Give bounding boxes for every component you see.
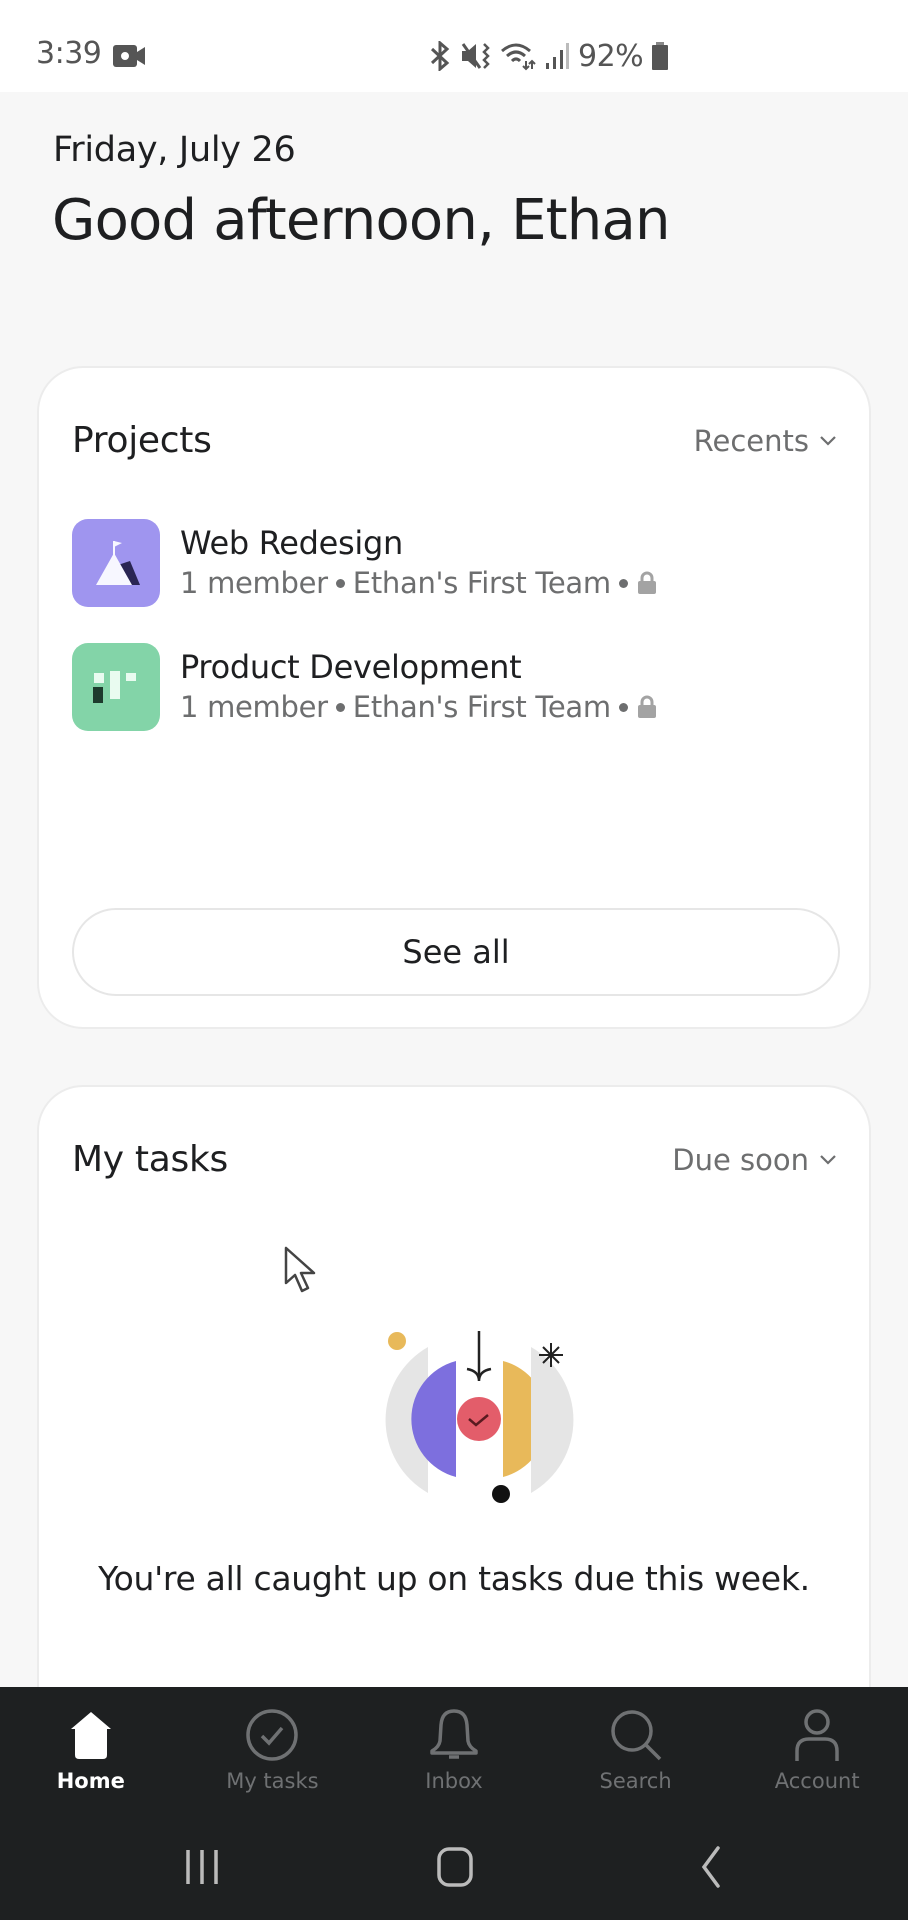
nav-inbox[interactable]: Inbox <box>363 1687 545 1810</box>
project-meta: 1 member Ethan's First Team <box>180 687 658 727</box>
lock-icon <box>637 571 656 594</box>
projects-card: Projects Recents Web Redesign 1 member E… <box>37 366 871 1029</box>
home-icon <box>70 1712 111 1759</box>
mouse-cursor-icon <box>284 1246 316 1293</box>
battery-percent: 92% <box>578 38 644 74</box>
check-circle-icon <box>246 1709 299 1761</box>
separator-dot <box>335 578 345 588</box>
check-circle <box>457 1397 501 1441</box>
yellow-dot <box>388 1332 406 1350</box>
tasks-filter-dropdown[interactable]: Due soon <box>672 1143 837 1177</box>
project-meta: 1 member Ethan's First Team <box>180 563 658 603</box>
chevron-down-icon <box>820 1155 836 1165</box>
board-icon <box>93 671 136 703</box>
separator-dot <box>618 702 628 712</box>
projects-title: Projects <box>72 420 212 461</box>
bluetooth-icon <box>430 41 450 71</box>
mute-vibrate-icon <box>461 43 490 69</box>
battery-icon <box>652 42 669 70</box>
chevron-down-icon <box>820 436 836 446</box>
project-members: 1 member <box>180 690 328 724</box>
projects-filter-dropdown[interactable]: Recents <box>694 424 837 458</box>
video-record-icon <box>113 45 145 67</box>
tasks-filter-label: Due soon <box>672 1143 809 1177</box>
nav-home[interactable]: Home <box>0 1687 182 1810</box>
system-nav-bar <box>0 1810 908 1920</box>
nav-label: Account <box>774 1769 860 1793</box>
nav-account[interactable]: Account <box>726 1687 908 1810</box>
header-greeting: Good afternoon, Ethan <box>52 188 671 253</box>
my-tasks-title: My tasks <box>72 1139 228 1180</box>
person-icon <box>795 1709 839 1761</box>
nav-search[interactable]: Search <box>545 1687 727 1810</box>
project-icon-web-redesign <box>72 519 160 607</box>
project-name: Product Development <box>180 648 522 686</box>
my-tasks-card: My tasks Due soon You're all caught up o <box>37 1085 871 1785</box>
status-bar: 3:39 92% <box>0 0 908 92</box>
nav-label: Home <box>56 1769 125 1793</box>
separator-dot <box>335 702 345 712</box>
bottom-nav: Home My tasks Inbox Search Account <box>0 1687 908 1810</box>
search-icon <box>610 1710 661 1761</box>
lock-icon <box>637 695 656 718</box>
see-all-button[interactable]: See all <box>72 908 840 996</box>
home-system-button[interactable] <box>425 1842 485 1892</box>
separator-dot <box>618 578 628 588</box>
status-time: 3:39 <box>36 36 102 71</box>
nav-label: Inbox <box>425 1769 483 1793</box>
wifi-icon <box>501 43 536 71</box>
project-team: Ethan's First Team <box>352 566 611 600</box>
recent-apps-button[interactable] <box>172 1842 232 1892</box>
project-name: Web Redesign <box>180 524 403 562</box>
project-row-product-development[interactable]: Product Development 1 member Ethan's Fir… <box>72 643 832 731</box>
bell-icon <box>430 1709 478 1759</box>
nav-label: Search <box>599 1769 672 1793</box>
tasks-empty-message: You're all caught up on tasks due this w… <box>98 1559 810 1598</box>
signal-icon <box>546 43 569 69</box>
nav-label: My tasks <box>226 1769 319 1793</box>
header-date: Friday, July 26 <box>53 130 296 170</box>
caught-up-illustration <box>385 1331 574 1503</box>
project-members: 1 member <box>180 566 328 600</box>
project-row-web-redesign[interactable]: Web Redesign 1 member Ethan's First Team <box>72 519 832 607</box>
status-icons: 92% <box>428 36 669 76</box>
project-icon-product-development <box>72 643 160 731</box>
projects-filter-label: Recents <box>693 424 809 458</box>
back-button[interactable] <box>680 1842 740 1892</box>
mountain-flag-icon <box>96 541 140 585</box>
nav-my-tasks[interactable]: My tasks <box>182 1687 364 1810</box>
project-team: Ethan's First Team <box>352 690 611 724</box>
black-dot <box>492 1485 510 1503</box>
